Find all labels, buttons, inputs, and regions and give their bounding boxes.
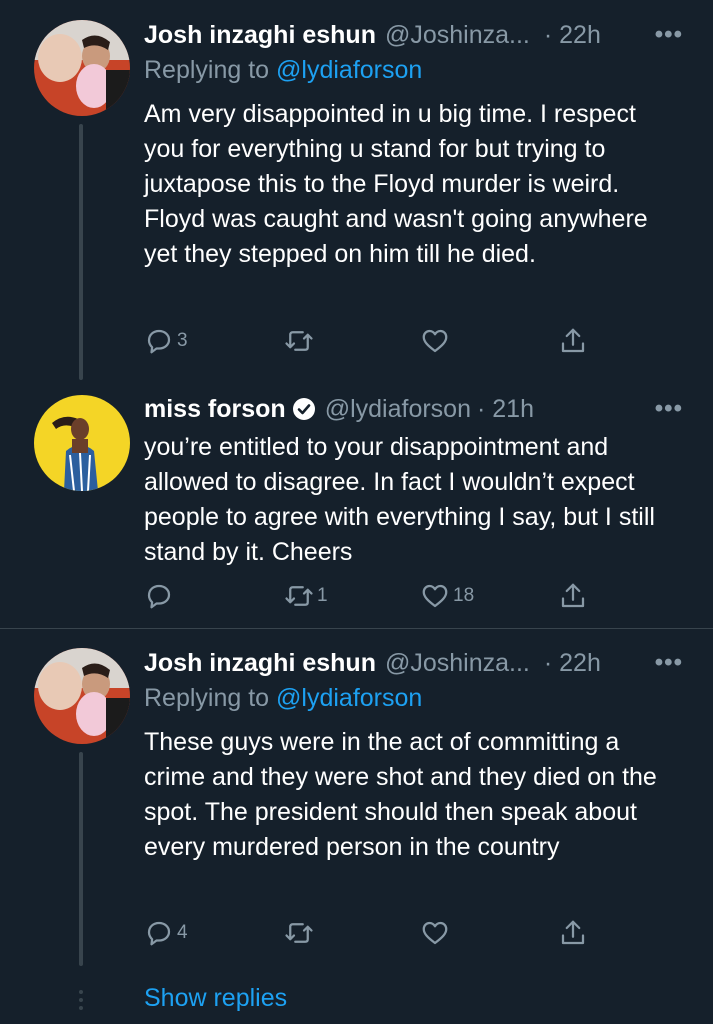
- verified-badge-icon: [292, 398, 315, 420]
- tweet-text: These guys were in the act of committing…: [144, 728, 657, 861]
- tweet-text: you’re entitled to your disappointment a…: [144, 433, 655, 566]
- replying-to: Replying to @lydiaforson: [144, 684, 683, 713]
- divider: [0, 628, 713, 629]
- show-replies-link[interactable]: Show replies: [144, 984, 287, 1013]
- share-button[interactable]: [558, 918, 588, 948]
- tweet-actions: 3: [144, 326, 594, 362]
- share-icon: [561, 328, 585, 353]
- avatar[interactable]: [34, 648, 130, 744]
- reply-button[interactable]: 4: [144, 918, 188, 948]
- like-button[interactable]: 18: [420, 581, 474, 611]
- heart-icon: [422, 329, 448, 353]
- more-icon[interactable]: •••: [655, 395, 683, 423]
- reply-icon: [147, 329, 171, 354]
- author-handle[interactable]: @lydiaforson: [325, 395, 471, 424]
- more-icon[interactable]: •••: [655, 649, 683, 677]
- avatar[interactable]: [34, 395, 130, 491]
- tweet-actions: 4: [144, 918, 594, 954]
- replying-to: Replying to @lydiaforson: [144, 56, 683, 85]
- retweet-button[interactable]: [284, 918, 317, 948]
- retweet-button[interactable]: 1: [284, 581, 328, 611]
- like-count: 18: [453, 585, 475, 606]
- author-handle[interactable]: @Joshinza...: [385, 649, 530, 678]
- more-icon[interactable]: •••: [655, 21, 683, 49]
- reply-icon: [147, 921, 171, 946]
- share-icon: [561, 583, 585, 608]
- heart-icon: [422, 584, 448, 608]
- share-button[interactable]: [558, 326, 588, 356]
- reply-button[interactable]: [144, 581, 177, 611]
- mention-link[interactable]: @lydiaforson: [276, 684, 422, 712]
- tweet-time[interactable]: · 22h: [544, 21, 601, 50]
- tweet-time[interactable]: · 22h: [544, 649, 601, 678]
- thread-line: [79, 124, 83, 380]
- thread-dots: [79, 990, 83, 1014]
- retweet-count: 1: [317, 585, 328, 606]
- retweet-button[interactable]: [284, 326, 317, 356]
- avatar[interactable]: [34, 20, 130, 116]
- author-name[interactable]: miss forson: [144, 395, 286, 424]
- share-icon: [561, 920, 585, 945]
- share-button[interactable]: [558, 581, 588, 611]
- tweet-time[interactable]: · 21h: [477, 395, 534, 424]
- retweet-icon: [285, 586, 313, 606]
- retweet-icon: [285, 331, 313, 351]
- tweet-actions: 1 18: [144, 581, 594, 617]
- author-name[interactable]: Josh inzaghi eshun: [144, 21, 376, 50]
- replying-label: Replying to: [144, 684, 270, 712]
- thread-line: [79, 752, 83, 966]
- mention-link[interactable]: @lydiaforson: [276, 56, 422, 84]
- reply-icon: [147, 584, 171, 609]
- like-button[interactable]: [420, 918, 453, 948]
- like-button[interactable]: [420, 326, 453, 356]
- replying-label: Replying to: [144, 56, 270, 84]
- reply-button[interactable]: 3: [144, 326, 188, 356]
- author-handle[interactable]: @Joshinza...: [385, 21, 530, 50]
- heart-icon: [422, 921, 448, 945]
- tweet-text: Am very disappointed in u big time. I re…: [144, 100, 648, 268]
- author-name[interactable]: Josh inzaghi eshun: [144, 649, 376, 678]
- reply-count: 3: [177, 330, 188, 351]
- retweet-icon: [285, 923, 313, 943]
- reply-count: 4: [177, 922, 188, 943]
